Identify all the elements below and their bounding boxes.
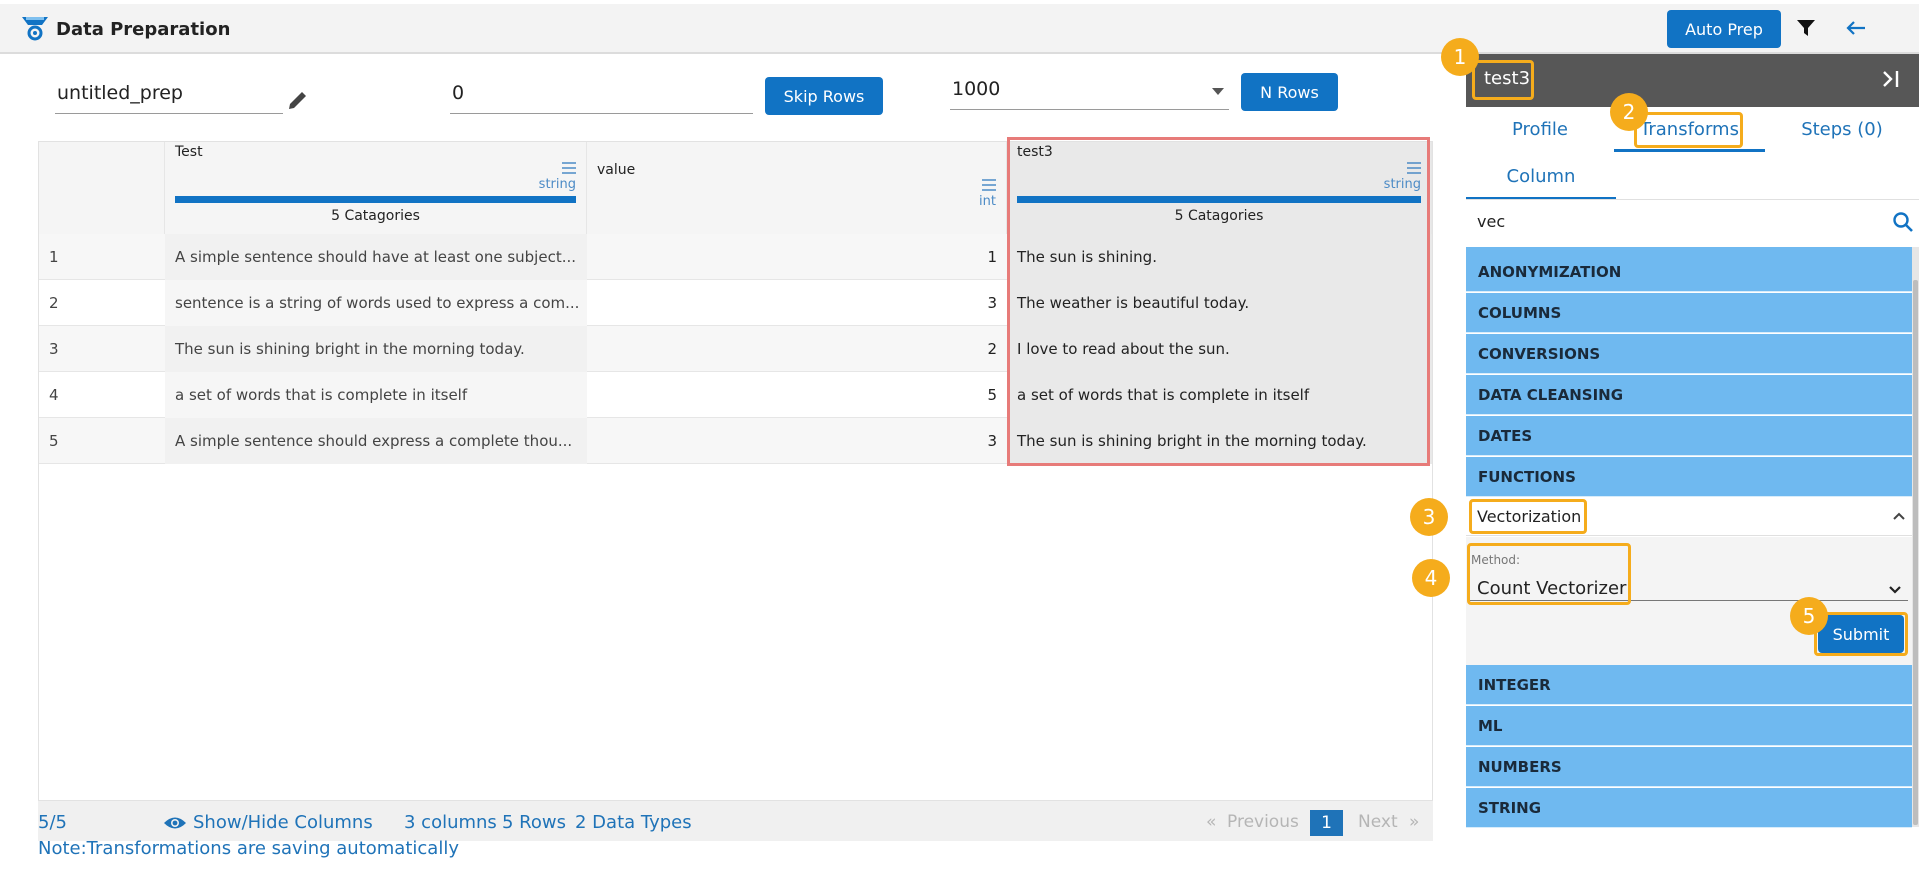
cell-test[interactable]: a set of words that is complete in itsel… [165, 372, 587, 418]
search-icon[interactable] [1892, 211, 1914, 233]
cell-value[interactable]: 2 [587, 326, 1007, 372]
page-number[interactable]: 1 [1310, 810, 1343, 836]
column-type: string [538, 177, 576, 192]
auto-prep-button[interactable]: Auto Prep [1667, 10, 1781, 48]
row-count: 5/5 [38, 812, 67, 833]
category-conversions[interactable]: CONVERSIONS [1466, 334, 1912, 374]
rows-count: 5 Rows [502, 812, 566, 833]
transform-search-input[interactable]: vec [1477, 212, 1505, 231]
chevron-up-icon[interactable] [1892, 511, 1906, 521]
autosave-note: Note:Transformations are saving automati… [38, 838, 459, 859]
page-title: Data Preparation [56, 19, 231, 40]
callout-highlight [1634, 112, 1743, 148]
row-index: 4 [49, 386, 59, 404]
n-rows-button[interactable]: N Rows [1241, 73, 1338, 111]
prev-arrows[interactable]: « [1206, 812, 1216, 832]
column-name: value [597, 162, 636, 178]
callout-badge: 1 [1441, 38, 1479, 76]
divider [1466, 199, 1919, 200]
next-arrows[interactable]: » [1409, 812, 1419, 832]
n-rows-select[interactable]: 1000 [950, 78, 1229, 110]
column-name: Test [175, 144, 203, 160]
category-string[interactable]: STRING [1466, 788, 1912, 828]
callout-highlight [1467, 543, 1631, 605]
column-menu-icon[interactable] [982, 179, 996, 191]
category-bar [175, 196, 576, 203]
chevron-down-icon[interactable] [1888, 585, 1902, 595]
cell-test[interactable]: sentence is a string of words used to ex… [165, 280, 587, 326]
callout-badge: 5 [1790, 597, 1828, 635]
category-count: 5 Catagories [331, 208, 420, 224]
subtab-column[interactable]: Column [1466, 152, 1616, 200]
cell-test[interactable]: A simple sentence should express a compl… [165, 418, 587, 464]
cell-value[interactable]: 1 [587, 234, 1007, 280]
category-data-cleansing[interactable]: DATA CLEANSING [1466, 375, 1912, 415]
cell-value[interactable]: 3 [587, 280, 1007, 326]
category-integer[interactable]: INTEGER [1466, 665, 1912, 705]
filter-icon[interactable] [1796, 18, 1816, 38]
callout-highlight [1814, 612, 1908, 656]
index-header [39, 142, 165, 234]
active-tab-indicator [1614, 149, 1765, 152]
row-index: 1 [49, 248, 59, 266]
row-index: 5 [49, 432, 59, 450]
previous-page-button[interactable]: Previous [1227, 812, 1299, 832]
columns-count: 3 columns [404, 812, 497, 833]
data-prep-logo-icon [22, 17, 48, 41]
column-header-value[interactable]: value int [587, 142, 1007, 234]
category-ml[interactable]: ML [1466, 706, 1912, 746]
column-header-test[interactable]: Test string 5 Catagories [165, 142, 587, 234]
collapse-panel-icon[interactable] [1880, 68, 1902, 90]
caret-down-icon[interactable] [1212, 88, 1224, 95]
cell-test[interactable]: A simple sentence should have at least o… [165, 234, 587, 280]
category-numbers[interactable]: NUMBERS [1466, 747, 1912, 787]
row-index: 3 [49, 340, 59, 358]
tab-steps[interactable]: Steps (0) [1765, 107, 1919, 151]
callout-badge: 3 [1410, 498, 1448, 536]
eye-icon[interactable] [163, 815, 187, 831]
callout-badge: 4 [1412, 559, 1450, 597]
skip-rows-button[interactable]: Skip Rows [765, 77, 883, 115]
scrollbar-thumb[interactable] [1913, 280, 1918, 825]
edit-pencil-icon[interactable] [286, 88, 310, 112]
column-type: int [979, 194, 996, 209]
category-anonymization[interactable]: ANONYMIZATION [1466, 252, 1912, 292]
show-hide-columns-link[interactable]: Show/Hide Columns [193, 812, 373, 833]
top-bar [0, 4, 1919, 54]
row-index: 2 [49, 294, 59, 312]
callout-highlight [1472, 60, 1534, 100]
callout-highlight [1469, 499, 1587, 534]
data-types-count: 2 Data Types [575, 812, 692, 833]
category-functions[interactable]: FUNCTIONS [1466, 457, 1912, 497]
back-arrow-icon[interactable] [1844, 16, 1868, 40]
category-columns[interactable]: COLUMNS [1466, 293, 1912, 333]
cell-value[interactable]: 5 [587, 372, 1007, 418]
callout-badge: 2 [1610, 93, 1648, 131]
selected-column-highlight [1007, 137, 1430, 466]
column-menu-icon[interactable] [562, 162, 576, 174]
tab-profile[interactable]: Profile [1466, 107, 1614, 151]
prep-name-field[interactable]: untitled_prep [55, 82, 283, 114]
category-dates[interactable]: DATES [1466, 416, 1912, 456]
cell-test[interactable]: The sun is shining bright in the morning… [165, 326, 587, 372]
skip-rows-input[interactable]: 0 [450, 82, 753, 114]
cell-value[interactable]: 3 [587, 418, 1007, 464]
next-page-button[interactable]: Next [1358, 812, 1398, 832]
